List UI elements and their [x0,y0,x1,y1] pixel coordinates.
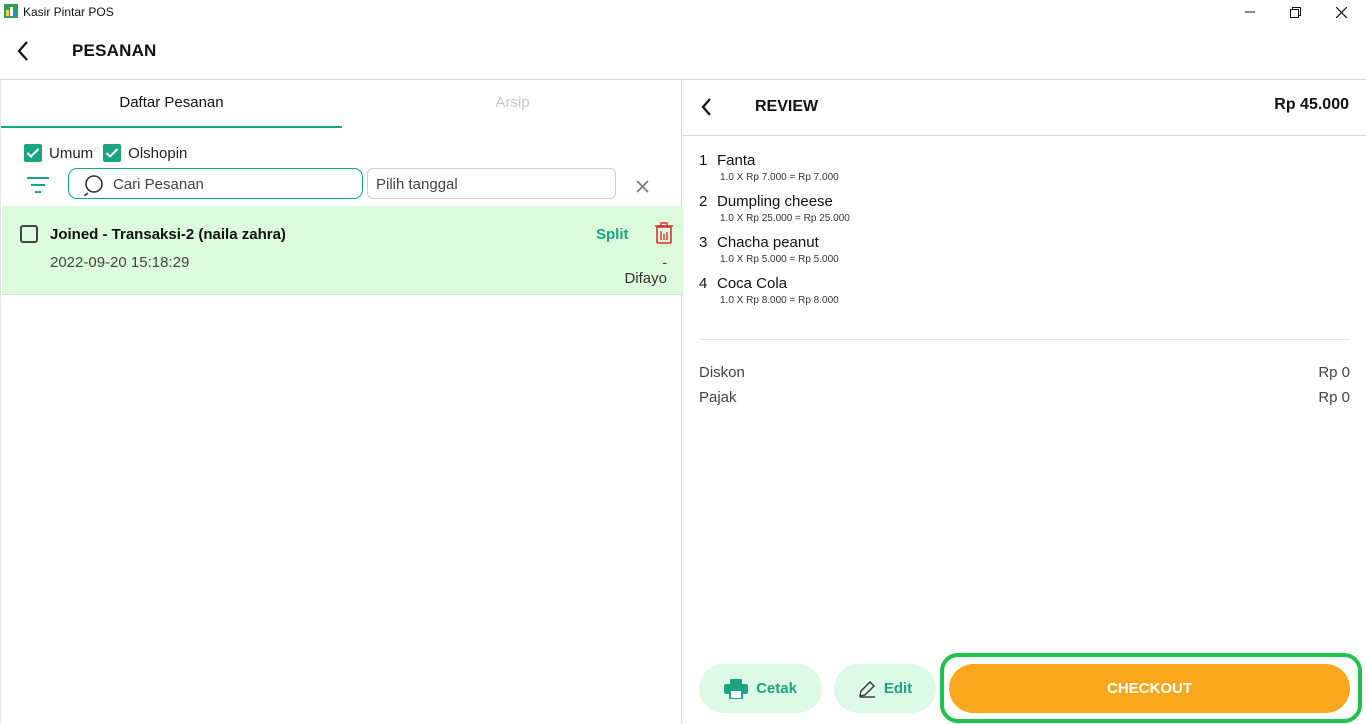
close-window-button[interactable] [1318,0,1364,24]
checkmark-icon [105,148,119,158]
review-title: REVIEW [755,98,819,115]
minimize-icon [1245,11,1255,13]
split-button[interactable]: Split [596,226,629,243]
tax-value: Rp 0 [1318,389,1350,406]
item-name: Coca Cola [717,275,788,292]
edit-button[interactable]: Edit [834,664,936,713]
item-detail: 1.0 X Rp 7.000 = Rp 7.000 [720,172,839,183]
search-icon [83,174,106,201]
edit-label: Edit [883,680,913,697]
print-button[interactable]: Cetak [699,664,822,713]
review-total: Rp 45.000 [1274,96,1349,113]
discount-row: Diskon Rp 0 [699,364,1350,384]
item-name: Chacha peanut [717,234,819,251]
tab-daftar-pesanan[interactable]: Daftar Pesanan [1,80,342,128]
checkbox-umum[interactable] [24,144,42,162]
printer-icon [724,678,749,699]
page-title: PESANAN [72,41,157,60]
tab-arsip[interactable]: Arsip [342,80,683,128]
order-customer-placeholder: - [662,254,667,270]
clear-filter-button[interactable] [633,177,651,195]
item-name: Dumpling cheese [717,193,833,210]
review-item-list: 1 Fanta 1.0 X Rp 7.000 = Rp 7.000 2 Dump… [699,152,1339,316]
item-number: 3 [699,234,708,251]
date-picker-field[interactable] [367,168,616,199]
window-titlebar: Kasir Pintar POS [0,0,1366,24]
restore-icon [1289,6,1301,18]
edit-pencil-icon [858,680,875,698]
order-datetime: 2022-09-20 15:18:29 [50,254,190,271]
date-input[interactable] [376,174,606,194]
list-item: 1 Fanta 1.0 X Rp 7.000 = Rp 7.000 [699,152,1339,193]
window-title: Kasir Pintar POS [23,5,114,19]
item-detail: 1.0 X Rp 5.000 = Rp 5.000 [720,254,839,265]
item-number: 1 [699,152,708,169]
restore-button[interactable] [1272,0,1318,24]
order-row[interactable]: Joined - Transaksi-2 (naila zahra) 2022-… [2,206,683,295]
item-name: Fanta [717,152,756,169]
checkmark-icon [26,148,40,158]
chevron-left-icon [701,98,711,116]
review-back-button[interactable] [695,94,717,120]
item-number: 4 [699,275,708,292]
app-header: PESANAN [0,24,1366,80]
checkbox-label: Umum [49,144,94,162]
close-icon [1335,6,1347,18]
list-item: 4 Coca Cola 1.0 X Rp 8.000 = Rp 8.000 [699,275,1339,316]
search-field[interactable] [68,168,363,199]
review-panel: REVIEW Rp 45.000 1 Fanta 1.0 X Rp 7.000 … [683,80,1366,724]
minimize-button[interactable] [1227,0,1273,24]
order-list-panel: Daftar Pesanan Arsip Umum Olshopin Cari … [0,80,683,724]
tax-row: Pajak Rp 0 [699,389,1350,409]
app-logo-icon [4,4,18,18]
list-item: 3 Chacha peanut 1.0 X Rp 5.000 = Rp 5.00… [699,234,1339,275]
back-button[interactable] [10,38,36,64]
print-label: Cetak [756,680,797,697]
discount-label: Diskon [699,364,745,381]
checkbox-olshopin[interactable] [103,144,122,162]
review-header: REVIEW Rp 45.000 [683,80,1366,136]
checkbox-label: Olshopin [128,144,188,162]
close-icon [635,179,649,193]
item-detail: 1.0 X Rp 8.000 = Rp 8.000 [720,295,839,306]
order-title: Joined - Transaksi-2 (naila zahra) [50,226,286,243]
item-detail: 1.0 X Rp 25.000 = Rp 25.000 [720,213,850,224]
list-item: 2 Dumpling cheese 1.0 X Rp 25.000 = Rp 2… [699,193,1339,234]
divider [699,339,1350,340]
item-number: 2 [699,193,708,210]
order-cashier: Difayo [624,270,667,287]
category-filters: Umum Olshopin [24,143,197,163]
search-input[interactable] [113,174,353,194]
tax-label: Pajak [699,389,737,406]
order-checkbox[interactable] [20,225,38,243]
chevron-left-icon [17,41,28,61]
filter-icon[interactable] [27,176,49,194]
checkout-button[interactable]: CHECKOUT [949,664,1350,713]
delete-trash-icon[interactable] [654,222,674,244]
discount-value: Rp 0 [1318,364,1350,381]
